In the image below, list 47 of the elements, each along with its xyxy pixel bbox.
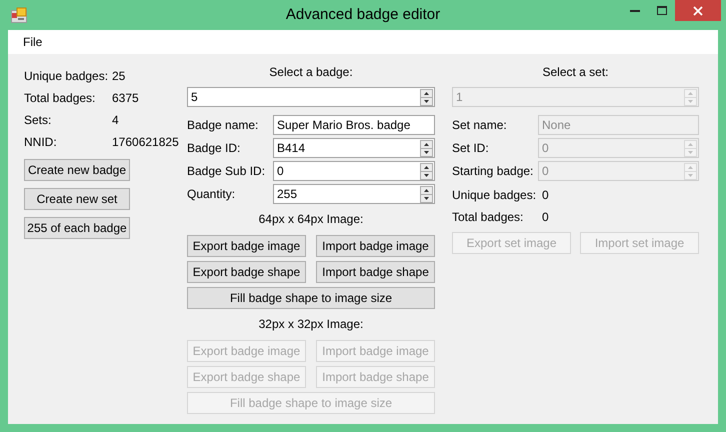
number-spinner[interactable]: B414 (273, 138, 435, 158)
app-icon (11, 7, 27, 23)
stat-value: 0 (542, 187, 549, 204)
action-button[interactable]: Export badge shape (187, 261, 306, 283)
field-label: Badge name: (187, 117, 260, 134)
field-label: Starting badge: (452, 163, 534, 180)
minimize-icon (630, 9, 640, 12)
action-button[interactable]: Import badge image (316, 235, 435, 257)
action-button[interactable]: Export badge image (187, 235, 306, 257)
section-heading: 32px x 32px Image: (258, 317, 364, 331)
action-button[interactable]: Create new set (24, 188, 130, 210)
spinner-arrows-icon[interactable] (420, 162, 433, 180)
spinner-arrows-icon[interactable] (420, 186, 433, 202)
field-label: Set ID: (452, 140, 490, 157)
stat-label: Unique badges: (24, 68, 110, 85)
action-button[interactable]: 255 of each badge (24, 217, 130, 239)
stat-value: 0 (542, 209, 549, 226)
number-spinner[interactable]: 0 (273, 161, 435, 181)
menu-item[interactable]: File (15, 33, 50, 51)
stat-value: 6375 (112, 90, 139, 107)
stat-label: Unique badges: (452, 187, 538, 204)
spinner-arrows-icon[interactable] (420, 88, 433, 106)
field-label: Badge ID: (187, 140, 242, 157)
text-field[interactable]: Super Mario Bros. badge (273, 115, 435, 135)
close-icon (693, 6, 703, 16)
maximize-icon (656, 6, 666, 15)
number-spinner[interactable]: 5 (187, 87, 435, 107)
action-button[interactable]: Import badge shape (316, 261, 435, 283)
section-heading: 64px x 64px Image: (258, 212, 364, 226)
stat-label: Total badges: (24, 90, 96, 107)
stat-label: NNID: (24, 134, 58, 151)
stat-value: 4 (112, 112, 119, 129)
stat-label: Sets: (24, 112, 52, 129)
action-button[interactable]: Fill badge shape to image size (187, 287, 435, 309)
stat-label: Total badges: (452, 209, 524, 226)
stat-value: 25 (112, 68, 126, 85)
field-label: Quantity: (187, 186, 236, 203)
close-button[interactable] (675, 0, 721, 21)
panel-title: Select a badge: (268, 65, 354, 79)
window-title: Advanced badge editor (284, 4, 442, 25)
number-spinner[interactable]: 255 (273, 184, 435, 204)
spinner-arrows-icon[interactable] (420, 140, 433, 156)
field-label: Set name: (452, 117, 508, 134)
panel-title: Select a set: (541, 65, 610, 79)
stat-value: 1760621825 (112, 134, 179, 151)
field-label: Badge Sub ID: (187, 163, 266, 180)
action-button[interactable]: Create new badge (24, 159, 130, 181)
